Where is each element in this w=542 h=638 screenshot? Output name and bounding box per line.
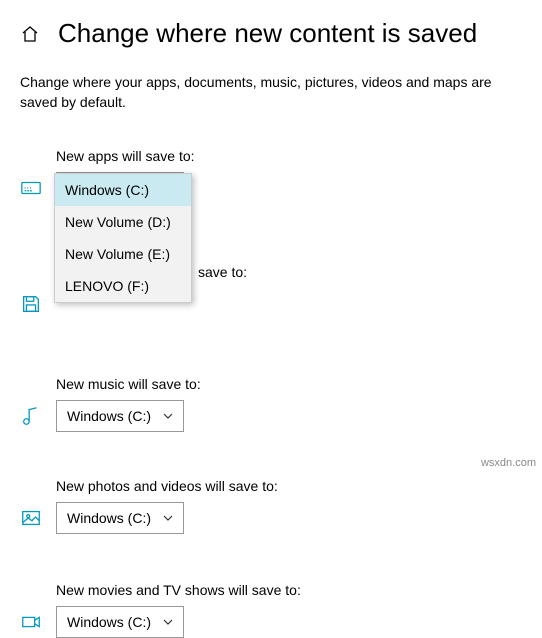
section-movies: New movies and TV shows will save to: Wi… — [0, 570, 542, 638]
dropdown-item[interactable]: LENOVO (F:) — [55, 270, 191, 302]
photos-label: New photos and videos will save to: — [56, 478, 522, 494]
chevron-down-icon — [163, 614, 173, 630]
music-select[interactable]: Windows (C:) — [56, 400, 184, 432]
home-icon[interactable] — [20, 24, 40, 44]
dropdown-item[interactable]: New Volume (D:) — [55, 206, 191, 238]
video-icon — [20, 611, 42, 633]
dropdown-item[interactable]: New Volume (E:) — [55, 238, 191, 270]
photos-select[interactable]: Windows (C:) — [56, 502, 184, 534]
movies-select[interactable]: Windows (C:) — [56, 606, 184, 638]
apps-icon — [20, 177, 42, 199]
chevron-down-icon — [163, 510, 173, 526]
dropdown-item[interactable]: Windows (C:) — [55, 174, 191, 206]
movies-select-value: Windows (C:) — [67, 614, 151, 630]
music-select-value: Windows (C:) — [67, 408, 151, 424]
photos-select-value: Windows (C:) — [67, 510, 151, 526]
page-description: Change where your apps, documents, music… — [0, 57, 542, 120]
apps-label: New apps will save to: — [56, 148, 522, 164]
music-label: New music will save to: — [56, 376, 522, 392]
music-icon — [20, 405, 42, 427]
watermark: wsxdn.com — [481, 457, 536, 469]
save-icon — [20, 293, 42, 315]
header: Change where new content is saved — [0, 0, 542, 57]
photo-icon — [20, 507, 42, 529]
section-photos: New photos and videos will save to: Wind… — [0, 466, 542, 534]
section-music: New music will save to: Windows (C:) — [0, 364, 542, 432]
movies-label: New movies and TV shows will save to: — [56, 582, 522, 598]
chevron-down-icon — [163, 408, 173, 424]
page-title: Change where new content is saved — [58, 18, 477, 49]
drive-dropdown[interactable]: Windows (C:) New Volume (D:) New Volume … — [54, 173, 192, 303]
